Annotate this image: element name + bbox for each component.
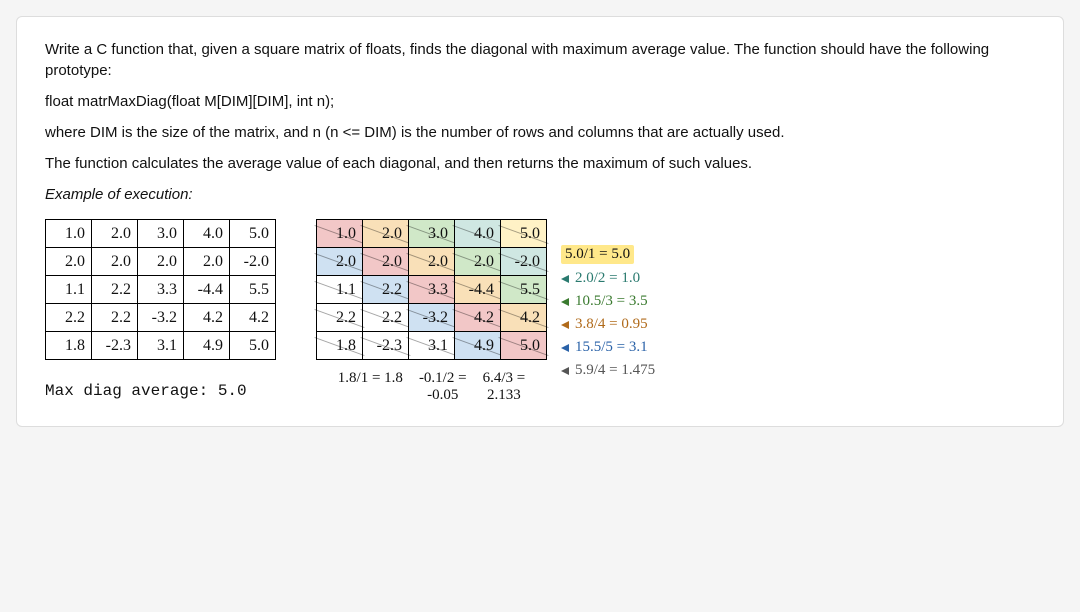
annotated-cell: 1.8 xyxy=(317,332,363,360)
legend-row-1: 2.0/2 = 1.0 xyxy=(561,270,655,287)
below-note-2: -0.1/2 = -0.05 xyxy=(419,370,467,404)
below-note-2-bot: -0.05 xyxy=(419,387,467,404)
plain-matrix: 1.0 2.0 3.0 4.0 5.0 2.0 2.0 2.0 2.0 -2.0… xyxy=(45,219,276,360)
problem-text-2: where DIM is the size of the matrix, and… xyxy=(45,122,1035,143)
legend-text-1: 2.0/2 = 1.0 xyxy=(575,270,640,287)
below-note-3: 6.4/3 = 2.133 xyxy=(483,370,526,404)
below-note-2-top: -0.1/2 = xyxy=(419,370,467,387)
plain-matrix-block: 1.0 2.0 3.0 4.0 5.0 2.0 2.0 2.0 2.0 -2.0… xyxy=(45,219,276,400)
plain-cell: 1.8 xyxy=(46,332,92,360)
annotated-block: 1.0 2.0 3.0 4.0 5.0 2.0 2.0 2.0 2.0 -2.0 xyxy=(316,219,1035,404)
annotated-cell: 5.5 xyxy=(501,276,547,304)
annotated-cell: -4.4 xyxy=(455,276,501,304)
plain-cell: 2.2 xyxy=(46,304,92,332)
annotated-matrix-wrap: 1.0 2.0 3.0 4.0 5.0 2.0 2.0 2.0 2.0 -2.0 xyxy=(316,219,547,404)
arrow-icon xyxy=(561,275,569,283)
below-note-3-top: 6.4/3 = xyxy=(483,370,526,387)
plain-cell: 3.1 xyxy=(138,332,184,360)
plain-cell: 4.2 xyxy=(230,304,276,332)
plain-cell: -2.3 xyxy=(92,332,138,360)
legend-row-4: 15.5/5 = 3.1 xyxy=(561,339,655,356)
plain-cell: 4.0 xyxy=(184,220,230,248)
legend-text-5: 5.9/4 = 1.475 xyxy=(575,362,655,379)
plain-cell: 2.0 xyxy=(92,248,138,276)
plain-cell: 3.0 xyxy=(138,220,184,248)
annotated-cell: 1.1 xyxy=(317,276,363,304)
function-prototype: float matrMaxDiag(float M[DIM][DIM], int… xyxy=(45,91,1035,112)
annotated-cell: 4.9 xyxy=(455,332,501,360)
below-notes: 1.8/1 = 1.8 -0.1/2 = -0.05 6.4/3 = 2.133 xyxy=(338,370,525,404)
legend-row-2: 10.5/3 = 3.5 xyxy=(561,293,655,310)
plain-cell: 1.0 xyxy=(46,220,92,248)
annotated-cell: 5.0 xyxy=(501,220,547,248)
annotated-cell: -3.2 xyxy=(409,304,455,332)
annotated-cell: 2.0 xyxy=(363,220,409,248)
plain-cell: 5.5 xyxy=(230,276,276,304)
problem-prose: Write a C function that, given a square … xyxy=(45,39,1035,205)
annotated-cell: 3.1 xyxy=(409,332,455,360)
below-note-3-bot: 2.133 xyxy=(483,387,526,404)
plain-cell: 2.2 xyxy=(92,276,138,304)
arrow-icon xyxy=(561,344,569,352)
plain-cell: -2.0 xyxy=(230,248,276,276)
plain-cell: 5.0 xyxy=(230,220,276,248)
annotated-cell: 2.0 xyxy=(317,248,363,276)
plain-cell: 2.0 xyxy=(184,248,230,276)
arrow-icon xyxy=(561,321,569,329)
legend-text-2: 10.5/3 = 3.5 xyxy=(575,293,648,310)
legend-text-0: 5.0/1 = 5.0 xyxy=(561,245,634,264)
annotated-cell: 1.0 xyxy=(317,220,363,248)
below-note-1: 1.8/1 = 1.8 xyxy=(338,370,403,404)
legend-row-0: 5.0/1 = 5.0 xyxy=(561,245,655,264)
plain-cell: 2.2 xyxy=(92,304,138,332)
legend: 5.0/1 = 5.0 2.0/2 = 1.0 10.5/3 = 3.5 3.8… xyxy=(561,245,655,379)
arrow-icon xyxy=(561,367,569,375)
legend-text-3: 3.8/4 = 0.95 xyxy=(575,316,648,333)
plain-cell: 4.2 xyxy=(184,304,230,332)
below-note-1-text: 1.8/1 = 1.8 xyxy=(338,370,403,387)
plain-cell: 1.1 xyxy=(46,276,92,304)
plain-cell: 5.0 xyxy=(230,332,276,360)
plain-cell: 2.0 xyxy=(138,248,184,276)
arrow-icon xyxy=(561,298,569,306)
legend-row-3: 3.8/4 = 0.95 xyxy=(561,316,655,333)
annotated-cell: 5.0 xyxy=(501,332,547,360)
annotated-cell: 3.3 xyxy=(409,276,455,304)
annotated-cell: -2.0 xyxy=(501,248,547,276)
problem-text-1: Write a C function that, given a square … xyxy=(45,39,1035,81)
legend-text-4: 15.5/5 = 3.1 xyxy=(575,339,648,356)
plain-cell: 2.0 xyxy=(92,220,138,248)
annotated-cell: 2.2 xyxy=(317,304,363,332)
example-row: 1.0 2.0 3.0 4.0 5.0 2.0 2.0 2.0 2.0 -2.0… xyxy=(45,219,1035,404)
example-label: Example of execution: xyxy=(45,184,1035,205)
annotated-cell: 4.2 xyxy=(501,304,547,332)
plain-cell: 4.9 xyxy=(184,332,230,360)
annotated-cell: 2.2 xyxy=(363,276,409,304)
annotated-matrix: 1.0 2.0 3.0 4.0 5.0 2.0 2.0 2.0 2.0 -2.0 xyxy=(316,219,547,360)
annotated-cell: 3.0 xyxy=(409,220,455,248)
plain-cell: 2.0 xyxy=(46,248,92,276)
annotated-cell: 4.2 xyxy=(455,304,501,332)
annotated-cell: 2.2 xyxy=(363,304,409,332)
problem-card: Write a C function that, given a square … xyxy=(16,16,1064,427)
plain-cell: -4.4 xyxy=(184,276,230,304)
annotated-cell: 2.0 xyxy=(363,248,409,276)
legend-row-5: 5.9/4 = 1.475 xyxy=(561,362,655,379)
annotated-cell: 4.0 xyxy=(455,220,501,248)
plain-cell: 3.3 xyxy=(138,276,184,304)
annotated-cell: -2.3 xyxy=(363,332,409,360)
result-line: Max diag average: 5.0 xyxy=(45,382,276,400)
problem-text-3: The function calculates the average valu… xyxy=(45,153,1035,174)
annotated-cell: 2.0 xyxy=(455,248,501,276)
annotated-cell: 2.0 xyxy=(409,248,455,276)
plain-cell: -3.2 xyxy=(138,304,184,332)
